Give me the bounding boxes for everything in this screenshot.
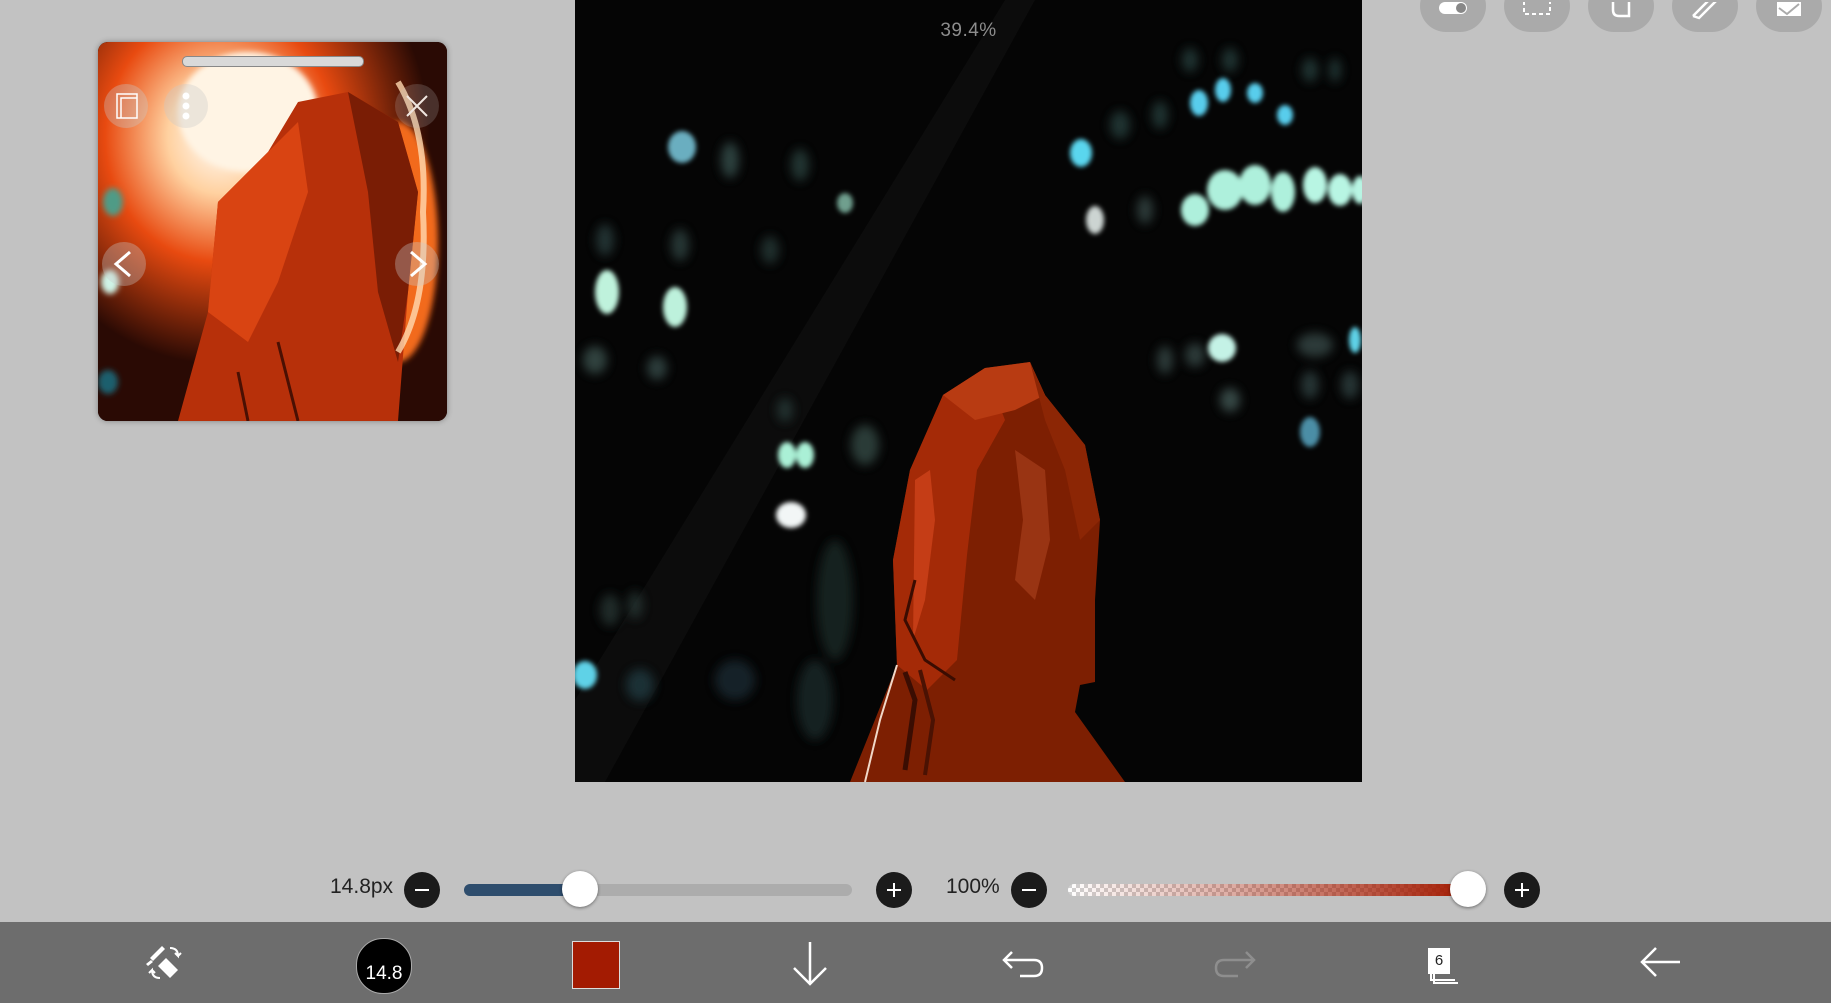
previous-icon — [113, 250, 131, 278]
brush-size-decrease-button[interactable] — [404, 872, 440, 908]
lasso-icon — [1611, 2, 1631, 18]
brush-size-value: 14.8px — [330, 875, 394, 898]
undo-icon — [1002, 951, 1044, 978]
plus-icon — [1515, 883, 1529, 897]
brush-preview-label: 14.8 — [365, 963, 403, 984]
bottom-toolbar — [0, 922, 1831, 1003]
ruler-icon — [1692, 2, 1717, 20]
selection-tool-button[interactable] — [1504, 0, 1570, 32]
reference-window[interactable] — [98, 42, 447, 421]
redo-icon — [1214, 951, 1256, 978]
brush-size-slider-knob[interactable] — [562, 871, 598, 907]
minus-icon — [1022, 889, 1036, 891]
more-options-button[interactable] — [164, 84, 208, 128]
plus-icon — [887, 883, 901, 897]
toggle-icon — [1439, 2, 1467, 14]
brush-size-slider-track[interactable] — [464, 884, 852, 896]
opacity-decrease-button[interactable] — [1011, 872, 1047, 908]
brush-size-increase-button[interactable] — [876, 872, 912, 908]
previous-image-button[interactable] — [102, 242, 146, 286]
down-arrow-icon — [793, 942, 827, 986]
reference-window-drag-handle[interactable] — [182, 56, 364, 67]
next-image-button[interactable] — [395, 242, 439, 286]
material-tool-button[interactable] — [1756, 0, 1822, 32]
minus-icon — [415, 889, 429, 891]
close-button[interactable] — [395, 84, 439, 128]
brush-eraser-swap-icon — [146, 946, 182, 979]
brush-eraser-swap-button[interactable] — [120, 922, 220, 1003]
opacity-slider-track[interactable] — [1068, 884, 1468, 896]
next-icon — [410, 250, 428, 278]
back-arrow-icon — [1640, 947, 1680, 977]
layer-count: 6 — [1428, 948, 1450, 974]
import-button[interactable] — [104, 84, 148, 128]
brush-preview-button[interactable]: 14.8 — [356, 938, 412, 994]
canvas-artwork — [575, 0, 1362, 782]
transfer-down-button[interactable] — [760, 922, 860, 1003]
ruler-tool-button[interactable] — [1672, 0, 1738, 32]
more-icon — [182, 92, 190, 120]
material-icon — [1777, 2, 1801, 16]
opacity-value: 100% — [946, 875, 1000, 898]
undo-button[interactable] — [972, 922, 1072, 1003]
zoom-level: 39.4% — [940, 20, 997, 41]
import-icon — [116, 93, 138, 119]
color-swatch[interactable] — [572, 941, 620, 989]
opacity-increase-button[interactable] — [1504, 872, 1540, 908]
back-button[interactable] — [1610, 922, 1710, 1003]
close-icon — [406, 95, 428, 117]
selection-icon — [1523, 2, 1551, 15]
redo-button[interactable] — [1186, 922, 1286, 1003]
drawing-canvas[interactable]: 39.4% — [575, 0, 1362, 782]
lasso-tool-button[interactable] — [1588, 0, 1654, 32]
toggle-tool-button[interactable] — [1420, 0, 1486, 32]
opacity-slider-knob[interactable] — [1450, 871, 1486, 907]
